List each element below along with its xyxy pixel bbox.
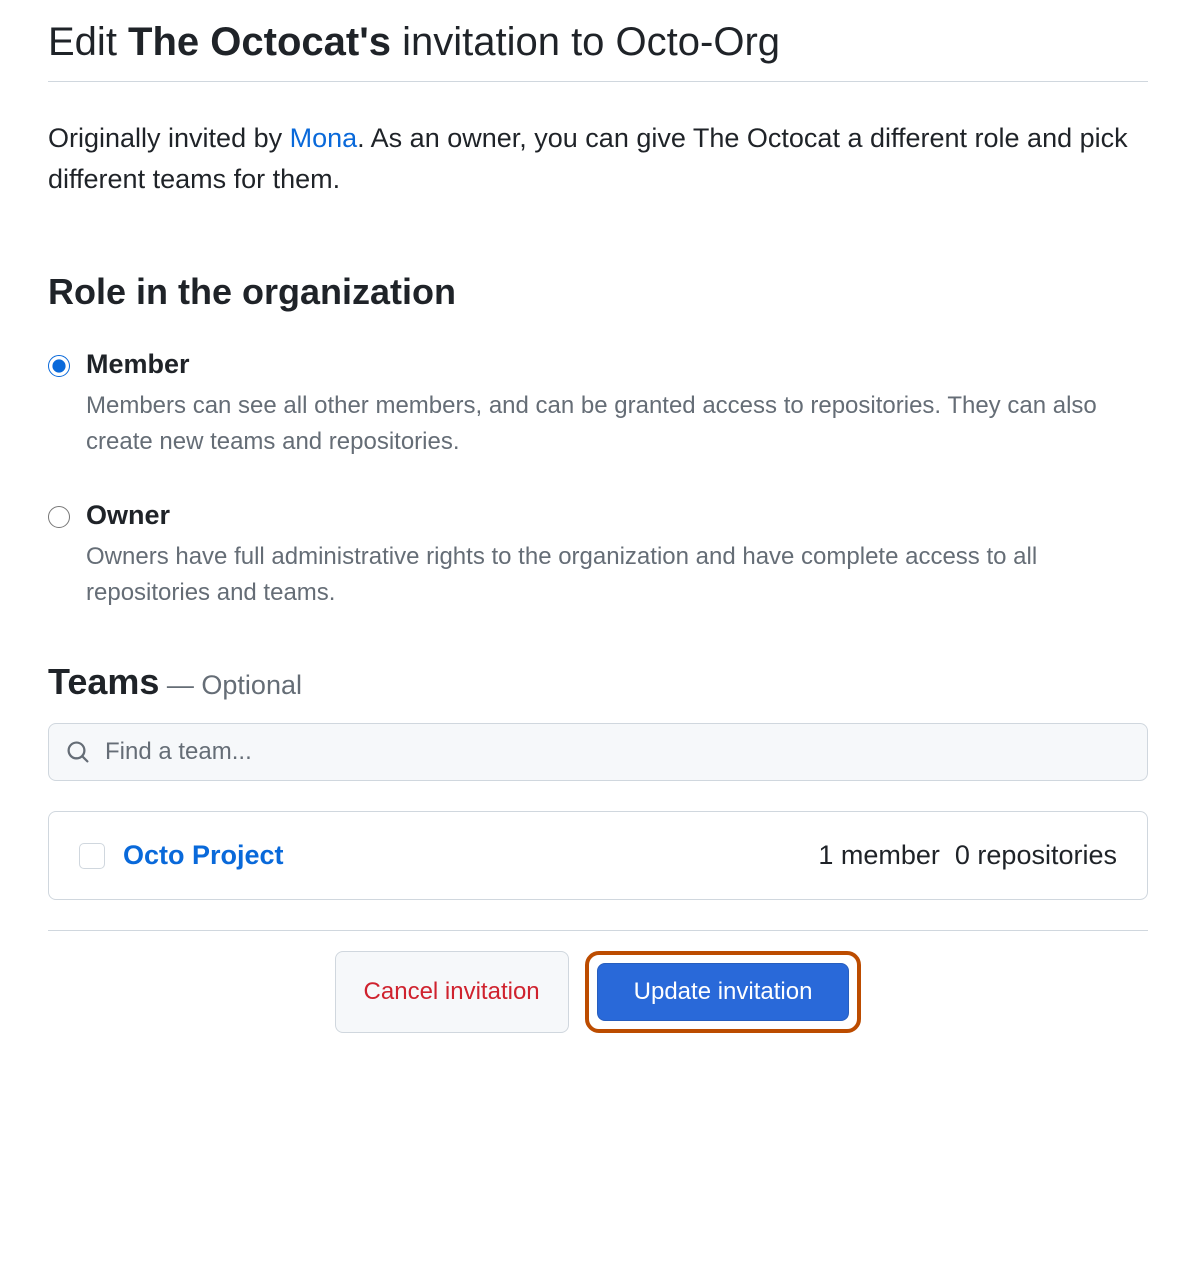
team-name-link[interactable]: Octo Project [123, 840, 818, 871]
team-stats: 1 member 0 repositories [818, 840, 1117, 871]
role-label-member: Member [86, 349, 1148, 380]
title-suffix: invitation to Octo-Org [391, 20, 780, 64]
teams-optional-label: — Optional [159, 670, 302, 700]
teams-heading-text: Teams [48, 661, 159, 702]
teams-section-heading: Teams — Optional [48, 661, 1148, 703]
description: Originally invited by Mona. As an owner,… [48, 118, 1148, 199]
team-list: Octo Project 1 member 0 repositories [48, 811, 1148, 900]
team-search-input[interactable] [48, 723, 1148, 781]
title-prefix: Edit [48, 20, 128, 64]
team-repos-count: 0 repositories [955, 840, 1117, 870]
role-option-member[interactable]: Member Members can see all other members… [48, 349, 1148, 460]
search-icon [66, 740, 90, 764]
team-search-container [48, 723, 1148, 781]
role-radio-owner[interactable] [48, 506, 70, 528]
update-invitation-button[interactable]: Update invitation [597, 963, 850, 1021]
team-members-count: 1 member [818, 840, 940, 870]
title-name: The Octocat's [128, 20, 391, 64]
desc-prefix: Originally invited by [48, 123, 290, 153]
footer-actions: Cancel invitation Update invitation [48, 930, 1148, 1033]
role-radio-member[interactable] [48, 355, 70, 377]
page-title: Edit The Octocat's invitation to Octo-Or… [48, 20, 1148, 82]
role-label-owner: Owner [86, 500, 1148, 531]
update-button-highlight: Update invitation [585, 951, 862, 1033]
cancel-invitation-button[interactable]: Cancel invitation [335, 951, 569, 1033]
team-item: Octo Project 1 member 0 repositories [49, 812, 1147, 899]
team-checkbox[interactable] [79, 843, 105, 869]
role-option-owner[interactable]: Owner Owners have full administrative ri… [48, 500, 1148, 611]
role-desc-member: Members can see all other members, and c… [86, 388, 1148, 460]
role-section-heading: Role in the organization [48, 271, 1148, 313]
role-desc-owner: Owners have full administrative rights t… [86, 539, 1148, 611]
inviter-link[interactable]: Mona [290, 123, 358, 153]
